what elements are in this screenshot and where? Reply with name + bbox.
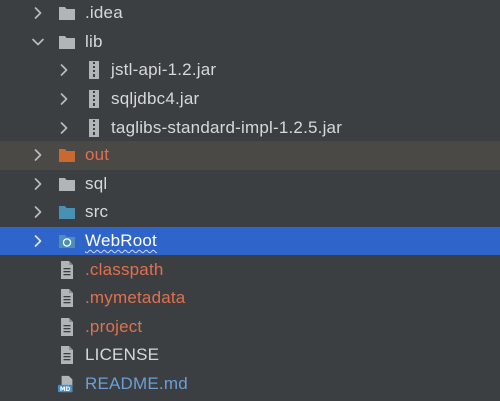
- tree-item-license[interactable]: LICENSE: [0, 341, 500, 370]
- tree-item-jstl-api-jar[interactable]: jstl-api-1.2.jar: [0, 56, 500, 85]
- tree-item-webroot[interactable]: WebRoot: [0, 226, 500, 256]
- tree-item-label: lib: [85, 31, 103, 51]
- tree-item-label: WebRoot: [85, 231, 157, 251]
- folder-icon: [58, 175, 76, 193]
- tree-item-label: src: [85, 202, 109, 222]
- tree-item-out[interactable]: out: [0, 141, 500, 170]
- excluded-folder-icon: [58, 146, 76, 164]
- chevron-right-icon[interactable]: [56, 91, 72, 107]
- tree-item-label: .project: [85, 316, 143, 336]
- file-icon: [58, 260, 76, 279]
- tree-item-label: .mymetadata: [85, 288, 186, 308]
- chevron-right-icon[interactable]: [30, 5, 46, 21]
- markdown-badge-text: MD: [60, 387, 71, 393]
- file-icon: [58, 289, 76, 308]
- tree-item-classpath[interactable]: .classpath: [0, 255, 500, 284]
- tree-item-readme[interactable]: MD README.md: [0, 370, 500, 399]
- chevron-right-icon[interactable]: [56, 62, 72, 78]
- folder-icon: [58, 4, 76, 22]
- jar-icon: [85, 90, 103, 109]
- tree-item-label: .idea: [85, 3, 123, 23]
- tree-item-label: out: [85, 145, 110, 165]
- tree-item-taglibs-jar[interactable]: taglibs-standard-impl-1.2.5.jar: [0, 113, 500, 142]
- tree-item-label: README.md: [85, 374, 188, 394]
- file-icon: [58, 317, 76, 336]
- tree-item-label: taglibs-standard-impl-1.2.5.jar: [111, 117, 343, 137]
- tree-item-label: sqljdbc4.jar: [111, 89, 200, 109]
- chevron-right-icon[interactable]: [30, 204, 46, 220]
- tree-item-sql[interactable]: sql: [0, 170, 500, 199]
- web-folder-icon: [58, 232, 76, 250]
- markdown-file-icon: MD: [58, 375, 76, 393]
- jar-icon: [85, 118, 103, 137]
- chevron-right-icon[interactable]: [56, 120, 72, 136]
- tree-item-lib[interactable]: lib: [0, 28, 500, 57]
- source-folder-icon: [58, 203, 76, 221]
- tree-item-label: .classpath: [85, 259, 164, 279]
- project-tree: .idea lib jstl-api-1.2.jar sqljdbc4.jar: [0, 0, 500, 401]
- jar-icon: [85, 61, 103, 80]
- chevron-right-icon[interactable]: [30, 147, 46, 163]
- tree-item-src[interactable]: src: [0, 198, 500, 227]
- tree-item-mymetadata[interactable]: .mymetadata: [0, 284, 500, 313]
- tree-item-project[interactable]: .project: [0, 313, 500, 342]
- tree-item-label: jstl-api-1.2.jar: [111, 60, 217, 80]
- file-icon: [58, 346, 76, 365]
- tree-item-label: LICENSE: [85, 345, 160, 365]
- tree-item-idea[interactable]: .idea: [0, 0, 500, 28]
- chevron-down-icon[interactable]: [30, 34, 46, 50]
- chevron-right-icon[interactable]: [30, 233, 46, 249]
- tree-item-label: sql: [85, 173, 108, 193]
- chevron-right-icon[interactable]: [30, 176, 46, 192]
- tree-item-sqljdbc4-jar[interactable]: sqljdbc4.jar: [0, 85, 500, 114]
- folder-icon: [58, 33, 76, 51]
